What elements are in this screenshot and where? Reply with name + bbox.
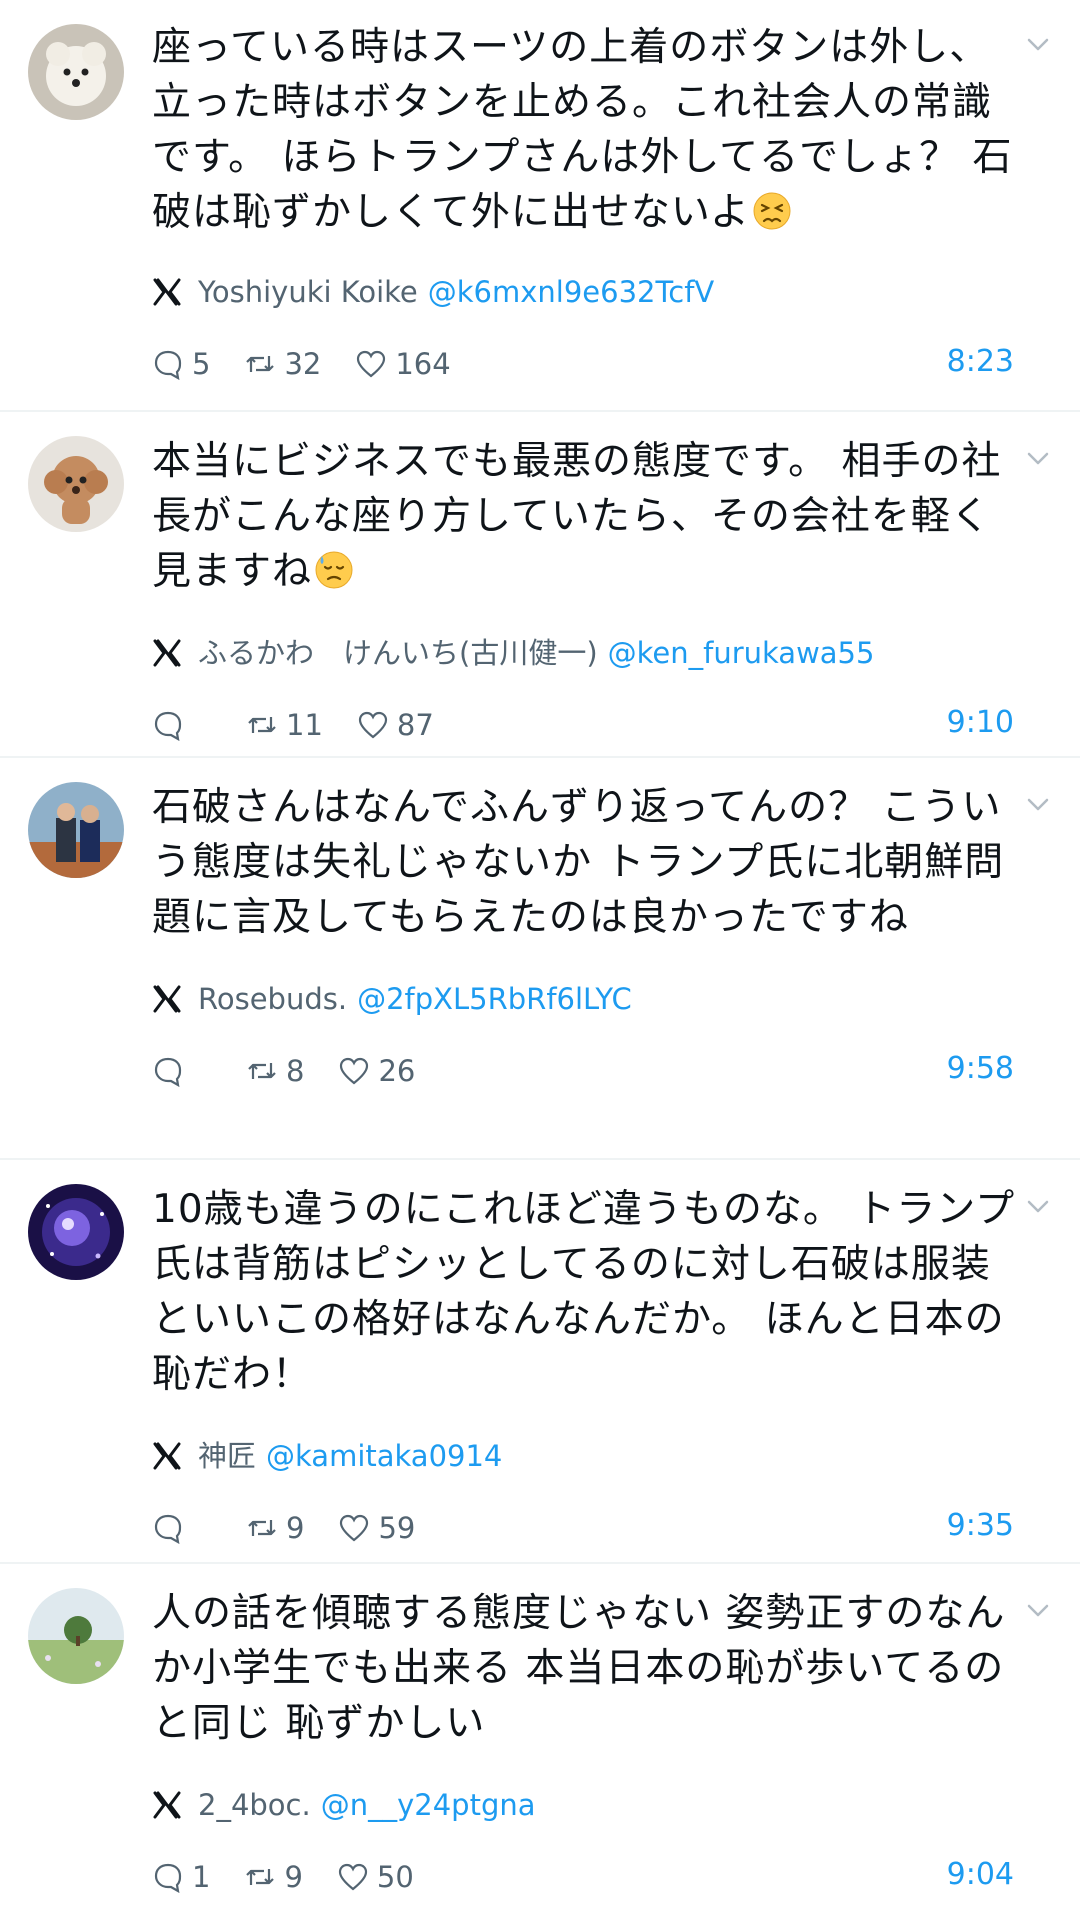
retweet-count: 11 <box>286 708 323 742</box>
tweet-actions: 1 9 50 9:04 <box>152 1857 1022 1897</box>
purple-galaxy-avatar <box>28 1184 124 1280</box>
tweet-actions: 8 26 9:58 <box>152 1051 1022 1091</box>
x-logo-icon <box>152 277 182 307</box>
tweet-text: 石破さんはなんでふんずり返ってんの？ こういう態度は失礼じゃないか トランプ氏に… <box>152 785 1005 940</box>
reply-count: 1 <box>192 1860 211 1894</box>
retweet-count: 32 <box>284 347 322 381</box>
avatar[interactable] <box>28 436 124 532</box>
tweet-time[interactable]: 9:04 <box>947 1857 1014 1892</box>
reply-icon <box>154 1514 182 1544</box>
downcast-sweat-face-icon <box>314 550 354 590</box>
reply-icon <box>154 711 182 741</box>
retweet-icon <box>248 1063 276 1079</box>
reply-button[interactable] <box>152 1055 192 1087</box>
reply-icon <box>154 350 182 380</box>
author-name: Yoshiyuki Koike <box>198 275 418 309</box>
retweet-icon <box>248 717 276 733</box>
avatar[interactable] <box>28 782 124 878</box>
author-handle[interactable]: @n__y24ptgna <box>321 1787 536 1823</box>
tweet-text: 座っている時はスーツの上着のボタンは外し、立った時はボタンを止める。これ社会人の… <box>152 25 1013 235</box>
x-logo-icon <box>152 984 182 1014</box>
tweet-time[interactable]: 9:58 <box>947 1051 1014 1086</box>
retweet-button[interactable]: 9 <box>246 1511 304 1545</box>
tweet-actions: 9 59 9:35 <box>152 1508 1022 1548</box>
tweet-time[interactable]: 9:35 <box>947 1508 1014 1543</box>
chevron-down-icon[interactable] <box>1020 1188 1056 1224</box>
chevron-down-icon[interactable] <box>1020 1592 1056 1628</box>
like-count: 50 <box>376 1860 414 1894</box>
people-photo-avatar <box>28 782 124 878</box>
x-logo-icon <box>152 1441 182 1471</box>
reply-icon <box>154 1057 182 1087</box>
tweet-time[interactable]: 8:23 <box>947 344 1014 379</box>
retweet-button[interactable]: 8 <box>246 1054 304 1088</box>
reply-icon <box>154 1863 182 1893</box>
chevron-down-icon[interactable] <box>1020 26 1056 62</box>
reply-button[interactable] <box>152 1512 192 1544</box>
avatar[interactable] <box>28 24 124 120</box>
avatar[interactable] <box>28 1588 124 1684</box>
author-name: Rosebuds. <box>198 982 348 1016</box>
x-logo-icon <box>152 638 182 668</box>
retweet-count: 8 <box>286 1054 305 1088</box>
tweet[interactable]: 10歳も違うのにこれほど違うものな。 トランプ氏は背筋はピシッとしてるのに対し石… <box>0 1160 1080 1564</box>
retweet-icon <box>246 356 275 372</box>
tweet[interactable]: 座っている時はスーツの上着のボタンは外し、立った時はボタンを止める。これ社会人の… <box>0 0 1080 412</box>
author-name: 2_4boc. <box>198 1788 311 1822</box>
retweet-button[interactable]: 11 <box>246 708 323 742</box>
chevron-down-icon[interactable] <box>1020 440 1056 476</box>
like-count: 26 <box>378 1054 416 1088</box>
tweet-actions: 11 87 9:10 <box>152 705 1022 745</box>
reply-button[interactable]: 1 <box>152 1860 210 1894</box>
like-button[interactable]: 26 <box>338 1054 415 1088</box>
tweet-author[interactable]: 神匠 @kamitaka0914 <box>152 1438 1022 1474</box>
retweet-count: 9 <box>286 1511 305 1545</box>
x-logo-icon <box>152 1790 182 1820</box>
chevron-down-icon[interactable] <box>1020 786 1056 822</box>
persevering-face-icon <box>752 191 792 231</box>
like-button[interactable]: 59 <box>338 1511 415 1545</box>
tweet[interactable]: 人の話を傾聴する態度じゃない 姿勢正すのなんか小学生でも出来る 本当日本の恥が歩… <box>0 1564 1080 1914</box>
heart-icon <box>338 1863 368 1891</box>
reply-button[interactable]: 5 <box>152 347 210 381</box>
retweet-count: 9 <box>284 1860 303 1894</box>
heart-icon <box>357 350 386 378</box>
heart-icon <box>340 1514 369 1542</box>
like-count: 59 <box>378 1511 416 1545</box>
author-handle[interactable]: @ken_furukawa55 <box>608 635 875 671</box>
reply-count: 5 <box>192 347 211 381</box>
retweet-icon <box>246 1869 275 1885</box>
heart-icon <box>358 711 388 739</box>
like-button[interactable]: 164 <box>355 347 451 381</box>
like-count: 164 <box>395 347 451 381</box>
tweet-author[interactable]: Rosebuds. @2fpXL5RbRf6lLYC <box>152 981 1022 1017</box>
like-button[interactable]: 87 <box>357 708 434 742</box>
tweet-actions: 5 32 164 8:23 <box>152 344 1022 384</box>
tweet-text: 10歳も違うのにこれほど違うものな。 トランプ氏は背筋はピシッとしてるのに対し石… <box>152 1187 1016 1397</box>
author-name: 神匠 <box>198 1439 257 1473</box>
white-dog-avatar <box>28 24 124 120</box>
tweet-text: 人の話を傾聴する態度じゃない 姿勢正すのなんか小学生でも出来る 本当日本の恥が歩… <box>152 1591 1006 1746</box>
retweet-button[interactable]: 9 <box>244 1860 303 1894</box>
author-handle[interactable]: @k6mxnl9e632TcfV <box>428 274 715 310</box>
tweet-author[interactable]: Yoshiyuki Koike @k6mxnl9e632TcfV <box>152 274 1022 310</box>
landscape-avatar <box>28 1588 124 1684</box>
heart-icon <box>340 1057 369 1085</box>
tweet[interactable]: 本当にビジネスでも最悪の態度です。 相手の社長がこんな座り方していたら、その会社… <box>0 412 1080 758</box>
tweet-time[interactable]: 9:10 <box>947 705 1014 740</box>
like-button[interactable]: 50 <box>337 1860 414 1894</box>
reply-button[interactable] <box>152 709 192 741</box>
poodle-avatar <box>28 436 124 532</box>
author-handle[interactable]: @kamitaka0914 <box>266 1438 502 1474</box>
retweet-icon <box>248 1520 276 1536</box>
avatar[interactable] <box>28 1184 124 1280</box>
tweet-author[interactable]: 2_4boc. @n__y24ptgna <box>152 1787 1022 1823</box>
author-handle[interactable]: @2fpXL5RbRf6lLYC <box>357 981 632 1017</box>
tweet-author[interactable]: ふるかわ けんいち(古川健一) @ken_furukawa55 <box>152 635 1022 671</box>
retweet-button[interactable]: 32 <box>244 347 321 381</box>
author-name: ふるかわ けんいち(古川健一) <box>198 636 598 670</box>
like-count: 87 <box>396 708 434 742</box>
tweet-text: 本当にビジネスでも最悪の態度です。 相手の社長がこんな座り方していたら、その会社… <box>152 439 1002 594</box>
tweet[interactable]: 石破さんはなんでふんずり返ってんの？ こういう態度は失礼じゃないか トランプ氏に… <box>0 758 1080 1160</box>
